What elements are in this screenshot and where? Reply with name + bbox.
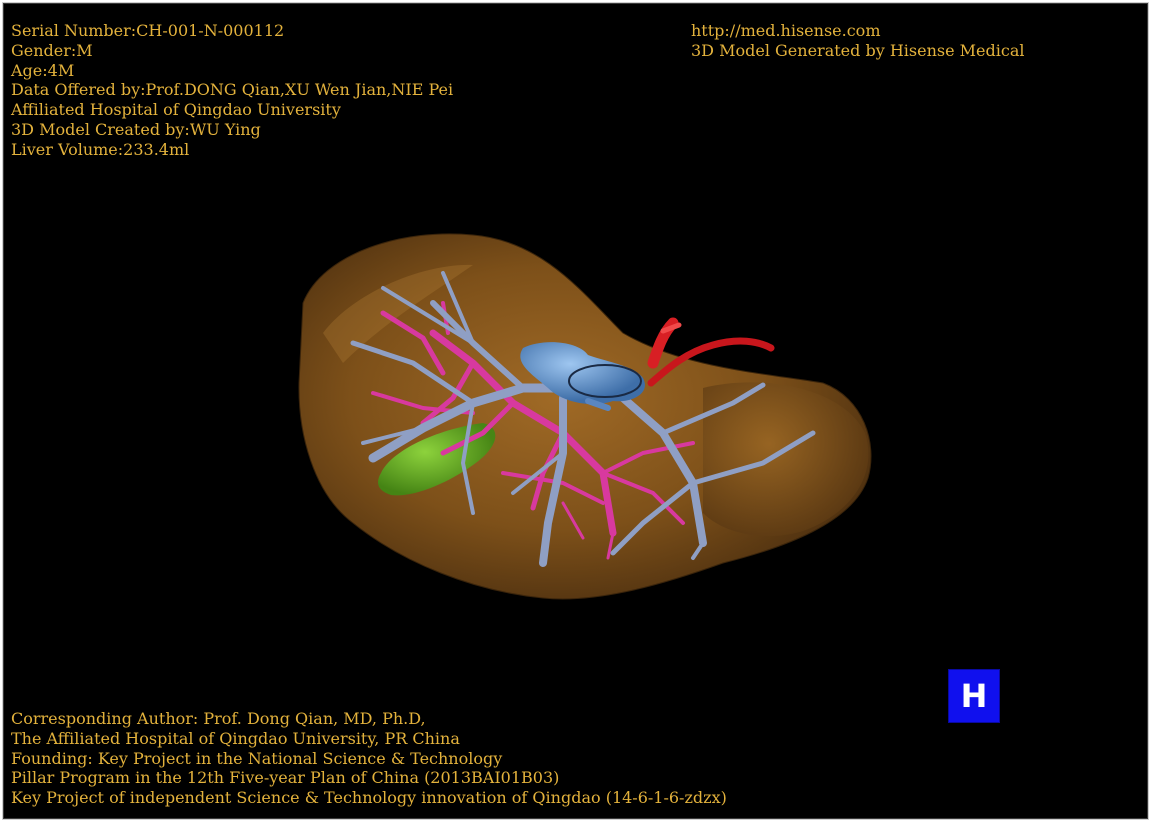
site-url-text: http://med.hisense.com xyxy=(691,21,881,40)
credits-line-founding: Founding: Key Project in the National Sc… xyxy=(11,748,503,768)
liver-volume-text: Liver Volume:233.4ml xyxy=(11,139,190,159)
gender-text: Gender:M xyxy=(11,40,93,60)
viewer-frame: Serial Number:CH-001-N-000112 Gender:M A… xyxy=(2,2,1149,820)
credits-line-author: Corresponding Author: Prof. Dong Qian, M… xyxy=(11,709,426,728)
credits-line-project: Key Project of independent Science & Tec… xyxy=(11,788,727,808)
hisense-logo: H xyxy=(948,669,1000,723)
credits-line-institution: The Affiliated Hospital of Qingdao Unive… xyxy=(11,728,460,748)
credits-block: Corresponding Author: Prof. Dong Qian, M… xyxy=(11,709,727,808)
patient-info-block: Serial Number:CH-001-N-000112 Gender:M A… xyxy=(11,21,453,160)
serial-number-text: Serial Number:CH-001-N-000112 xyxy=(11,21,285,40)
site-info-block: http://med.hisense.com 3D Model Generate… xyxy=(691,21,1024,61)
model-created-by-text: 3D Model Created by:WU Ying xyxy=(11,119,261,139)
data-offered-by-text: Data Offered by:Prof.DONG Qian,XU Wen Ji… xyxy=(11,80,454,100)
age-text: Age:4M xyxy=(11,60,75,80)
hospital-text: Affiliated Hospital of Qingdao Universit… xyxy=(11,100,341,120)
credits-line-program: Pillar Program in the 12th Five-year Pla… xyxy=(11,768,560,788)
hisense-logo-letter: H xyxy=(960,677,988,715)
generated-by-text: 3D Model Generated by Hisense Medical xyxy=(691,40,1025,60)
